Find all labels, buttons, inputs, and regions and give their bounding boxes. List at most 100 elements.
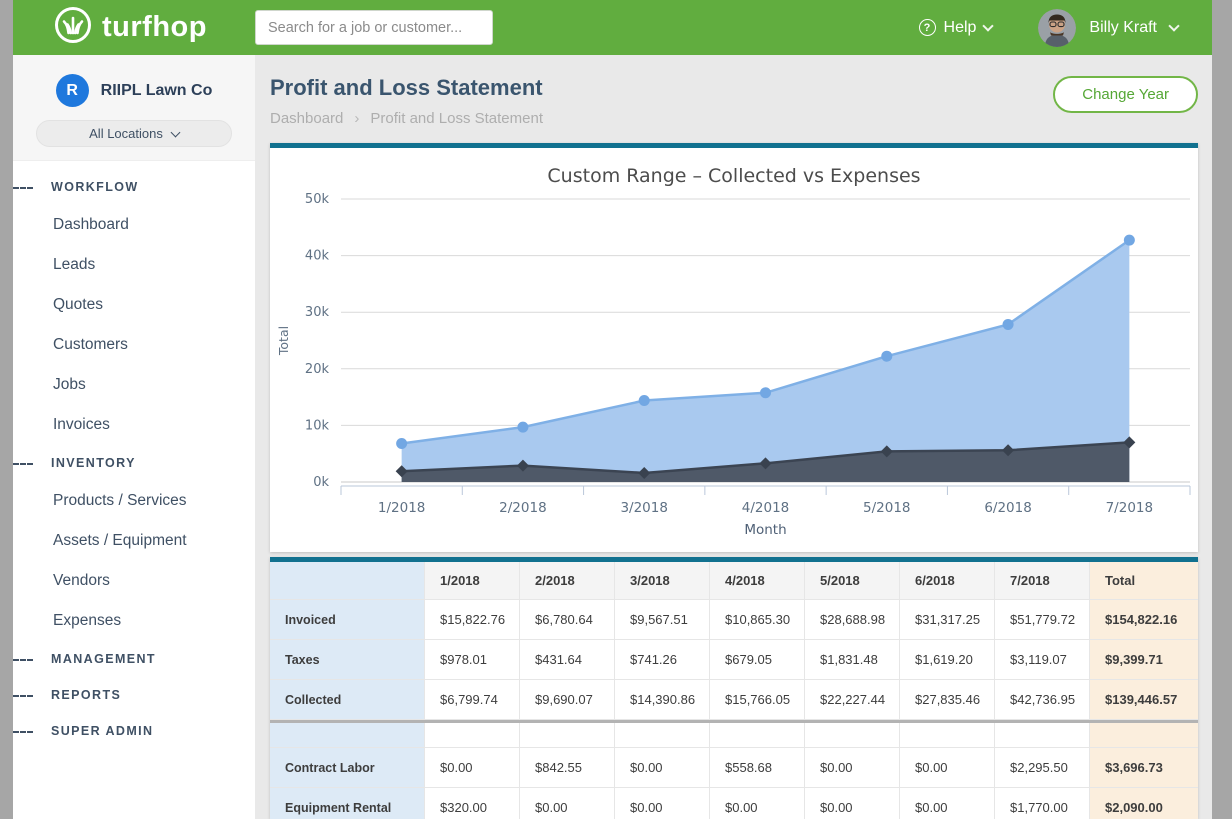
collected-point [881, 351, 892, 362]
breadcrumb-dashboard[interactable]: Dashboard [270, 110, 343, 127]
sidebar-item-jobs[interactable]: Jobs [13, 365, 255, 405]
table-cell: $6,799.74 [425, 680, 520, 720]
table-cell: $28,688.98 [805, 600, 900, 640]
sidebar-section-management[interactable]: MANAGEMENT [13, 641, 255, 677]
table-cell: $22,227.44 [805, 680, 900, 720]
row-label: Equipment Rental [270, 788, 425, 819]
table-cell: $679.05 [710, 640, 805, 680]
sidebar-item-invoices[interactable]: Invoices [13, 405, 255, 445]
column-header: 1/2018 [425, 562, 520, 600]
table-cell [425, 723, 520, 748]
table-cell: $6,780.64 [520, 600, 615, 640]
user-menu[interactable]: Billy Kraft [1038, 9, 1178, 47]
column-header: 6/2018 [900, 562, 995, 600]
sidebar-item-assets-equipment[interactable]: Assets / Equipment [13, 521, 255, 561]
collected-point [1003, 319, 1014, 330]
column-header: 2/2018 [520, 562, 615, 600]
collected-point [1124, 235, 1135, 246]
column-header: 4/2018 [710, 562, 805, 600]
table-cell: $15,766.05 [710, 680, 805, 720]
chart-title: Custom Range – Collected vs Expenses [270, 165, 1198, 187]
org-badge-icon: R [56, 74, 89, 107]
table-cell: $0.00 [425, 748, 520, 788]
org-section: R RIIPL Lawn Co All Locations [13, 55, 255, 161]
x-tick-label: 6/2018 [984, 500, 1032, 516]
help-icon: ? [919, 19, 936, 36]
table-cell: $0.00 [805, 788, 900, 819]
collected-point [517, 422, 528, 433]
table-cell: $1,770.00 [995, 788, 1090, 819]
help-menu[interactable]: ? Help [919, 19, 993, 37]
sidebar-menu: WORKFLOW DashboardLeadsQuotesCustomersJob… [13, 161, 255, 749]
table-header-row: 1/20182/20183/20184/20185/20186/20187/20… [270, 562, 1198, 600]
table-cell: $0.00 [710, 788, 805, 819]
row-total: $3,696.73 [1090, 748, 1198, 788]
row-label: Invoiced [270, 600, 425, 640]
sidebar-item-products-services[interactable]: Products / Services [13, 481, 255, 521]
y-tick-label: 50k [305, 192, 330, 207]
row-label: Contract Labor [270, 748, 425, 788]
sidebar-item-dashboard[interactable]: Dashboard [13, 205, 255, 245]
row-total: $139,446.57 [1090, 680, 1198, 720]
sidebar-item-leads[interactable]: Leads [13, 245, 255, 285]
table-cell: $0.00 [615, 788, 710, 819]
avatar [1038, 9, 1076, 47]
y-tick-label: 10k [305, 418, 330, 433]
table-cell: $51,779.72 [995, 600, 1090, 640]
x-tick-label: 4/2018 [742, 500, 790, 516]
y-tick-label: 40k [305, 249, 330, 264]
table-cell [520, 723, 615, 748]
chevron-down-icon [170, 127, 180, 137]
table-cell: $27,835.46 [900, 680, 995, 720]
search-input[interactable] [255, 10, 493, 45]
row-total [1090, 723, 1198, 748]
table-row-contract-labor: Contract Labor$0.00$842.55$0.00$558.68$0… [270, 748, 1198, 788]
chart-panel: Custom Range – Collected vs Expenses 0k1… [270, 143, 1198, 552]
sidebar-section-workflow[interactable]: WORKFLOW [13, 169, 255, 205]
x-tick-label: 7/2018 [1106, 500, 1154, 516]
sidebar-item-quotes[interactable]: Quotes [13, 285, 255, 325]
table-cell: $15,822.76 [425, 600, 520, 640]
row-label: Collected [270, 680, 425, 720]
topbar: turfhop ? Help [13, 0, 1212, 55]
row-total: $2,090.00 [1090, 788, 1198, 819]
table-cell: $3,119.07 [995, 640, 1090, 680]
table-row-taxes: Taxes$978.01$431.64$741.26$679.05$1,831.… [270, 640, 1198, 680]
sidebar-section-super-admin[interactable]: SUPER ADMIN [13, 713, 255, 749]
breadcrumb-current: Profit and Loss Statement [370, 110, 543, 127]
collected-point [639, 395, 650, 406]
sidebar-section-reports[interactable]: REPORTS [13, 677, 255, 713]
section-dash-icon [13, 187, 33, 189]
sidebar-section-label: REPORTS [51, 688, 121, 702]
table-cell [615, 723, 710, 748]
collected-area [402, 240, 1130, 482]
table-cell: $0.00 [900, 788, 995, 819]
location-selector-label: All Locations [89, 126, 163, 141]
table-cell: $0.00 [900, 748, 995, 788]
sidebar-item-customers[interactable]: Customers [13, 325, 255, 365]
collected-point [396, 438, 407, 449]
sidebar-section-label: SUPER ADMIN [51, 724, 153, 738]
sidebar-item-vendors[interactable]: Vendors [13, 561, 255, 601]
location-selector[interactable]: All Locations [36, 120, 232, 147]
corner-cell [270, 562, 425, 600]
org-switcher[interactable]: R RIIPL Lawn Co [13, 55, 255, 107]
table-cell: $431.64 [520, 640, 615, 680]
sidebar-section-label: WORKFLOW [51, 180, 139, 194]
table-cell: $320.00 [425, 788, 520, 819]
sidebar-section-inventory[interactable]: INVENTORY [13, 445, 255, 481]
app-logo[interactable]: turfhop [53, 5, 207, 50]
sidebar-item-expenses[interactable]: Expenses [13, 601, 255, 641]
page-scrollbar-right[interactable] [1212, 0, 1232, 819]
sidebar-section-label: MANAGEMENT [51, 652, 156, 666]
change-year-button[interactable]: Change Year [1053, 76, 1198, 113]
table-cell: $842.55 [520, 748, 615, 788]
page-scrollbar-left[interactable] [0, 0, 13, 819]
table-cell: $14,390.86 [615, 680, 710, 720]
collected-vs-expenses-chart: 0k10k20k30k40k50k1/20182/20183/20184/201… [270, 187, 1198, 539]
x-tick-label: 5/2018 [863, 500, 911, 516]
x-tick-label: 1/2018 [378, 500, 426, 516]
help-label: Help [944, 19, 977, 37]
chevron-down-icon [1168, 20, 1179, 31]
app-window: turfhop ? Help [0, 0, 1232, 819]
